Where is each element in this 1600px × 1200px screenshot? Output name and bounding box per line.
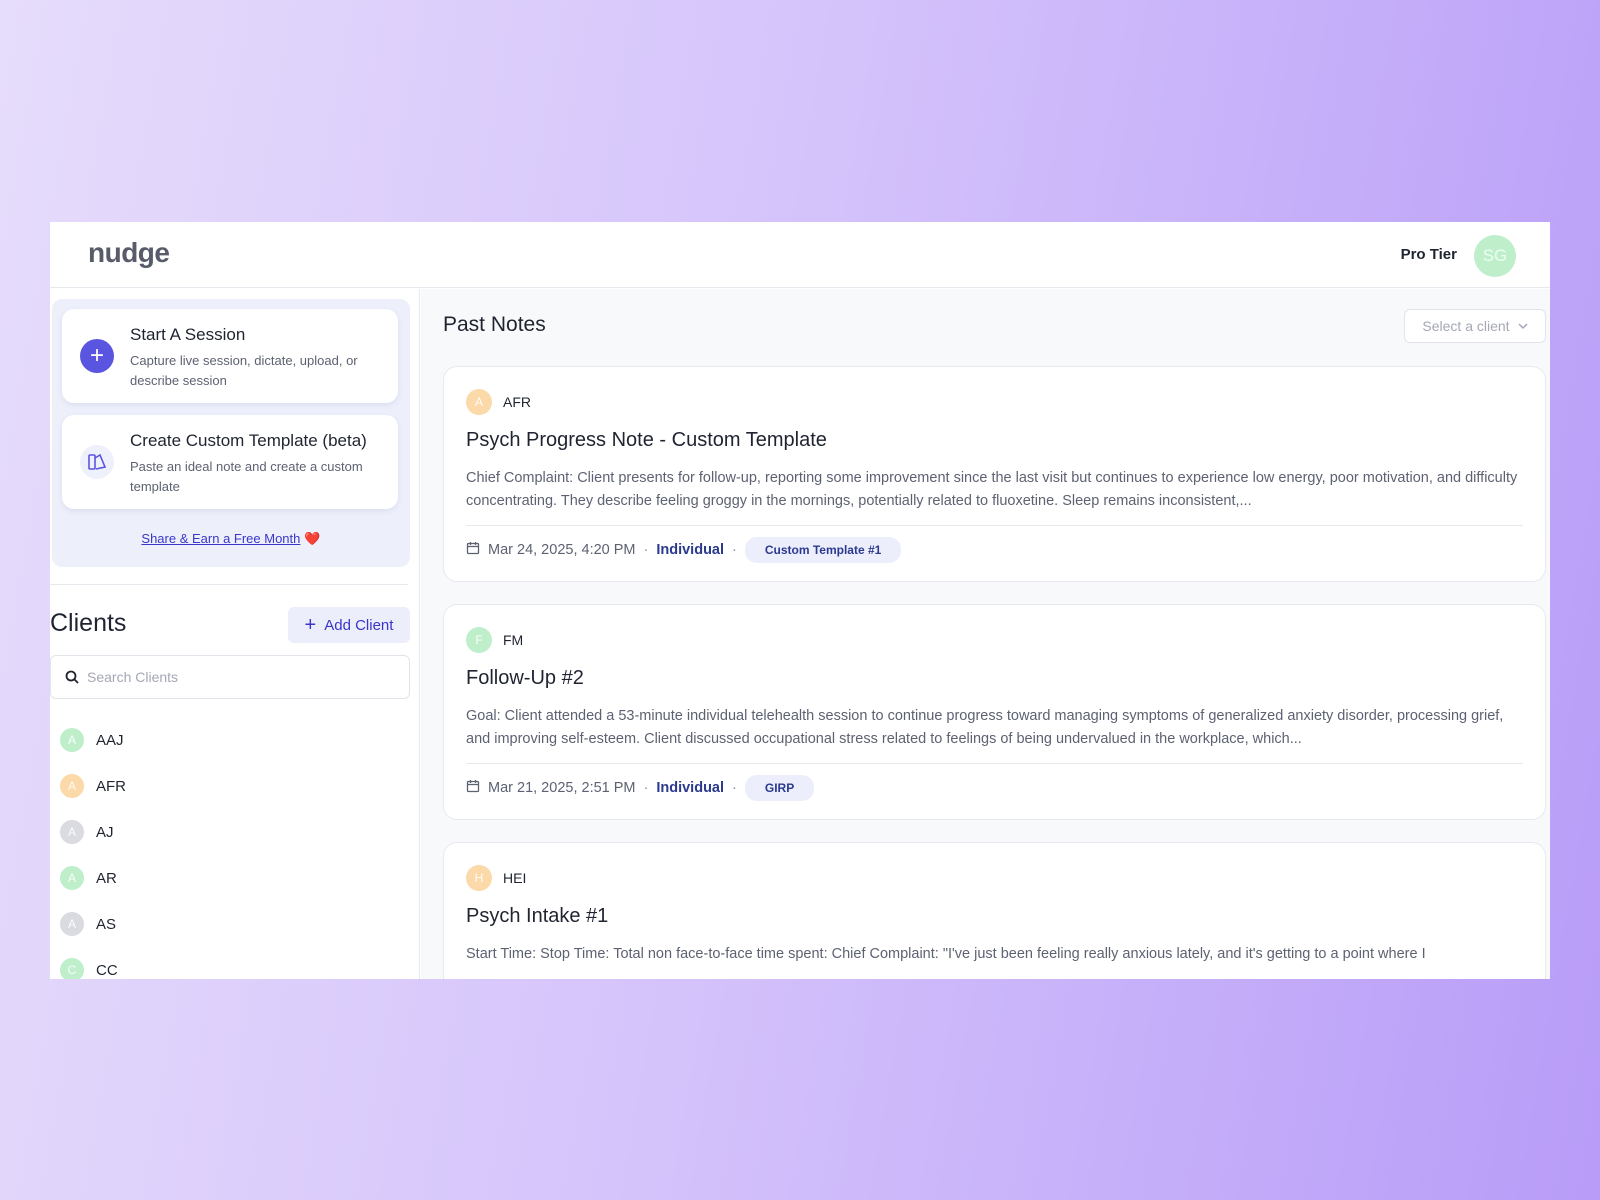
note-meta: Mar 21, 2025, 2:51 PM · Individual · GIRP (466, 775, 815, 801)
note-meta: Mar 24, 2025, 4:20 PM · Individual · Custom … (466, 537, 902, 563)
note-type: Individual (656, 542, 725, 558)
app-window: nudge Pro Tier SG + Start A Session Capt… (50, 222, 1550, 979)
note-client-avatar: H (466, 865, 492, 891)
separator-dot: · (643, 542, 649, 558)
user-avatar[interactable]: SG (1474, 235, 1516, 277)
client-name: AFR (96, 777, 126, 795)
note-client-avatar: F (466, 627, 492, 653)
app-logo[interactable]: nudge (88, 237, 170, 269)
start-session-button[interactable]: + Start A Session Capture live session, … (62, 309, 398, 403)
select-client-dropdown[interactable]: Select a client (1404, 309, 1546, 343)
clients-title: Clients (50, 609, 127, 637)
client-avatar: A (60, 774, 84, 798)
client-name: CC (96, 961, 118, 979)
select-client-placeholder: Select a client (1422, 318, 1510, 334)
template-icon (80, 445, 114, 479)
client-name: AJ (96, 823, 114, 841)
separator-dot: · (732, 542, 737, 558)
client-avatar: A (60, 866, 84, 890)
client-list-item[interactable]: A AJ (60, 809, 400, 855)
note-card[interactable]: H HEI Psych Intake #1 Start Time: Stop Time… (443, 842, 1546, 979)
heart-icon: ❤️ (304, 531, 321, 546)
note-header: A AFR (466, 389, 531, 415)
search-icon (65, 670, 79, 684)
tier-label: Pro Tier (1400, 246, 1457, 263)
note-type: Individual (656, 780, 725, 796)
client-list-item[interactable]: A AR (60, 855, 400, 901)
note-preview: Chief Complaint: Client presents for fol… (466, 470, 1518, 509)
note-title: Follow-Up #2 (466, 667, 584, 689)
page-title: Past Notes (443, 313, 546, 336)
search-clients (50, 655, 410, 699)
add-client-label: Add Client (324, 616, 394, 634)
action-description: Paste an ideal note and create a custom … (130, 459, 363, 494)
client-avatar: A (60, 820, 84, 844)
client-avatar: A (60, 912, 84, 936)
note-card[interactable]: F FM Follow-Up #2 Goal: Client attended a 5… (443, 604, 1546, 820)
search-clients-input[interactable] (87, 669, 377, 685)
note-client-avatar: A (466, 389, 492, 415)
note-preview: Goal: Client attended a 53-minute indivi… (466, 708, 1504, 747)
client-list-item[interactable]: A AFR (60, 763, 400, 809)
action-title: Start A Session (130, 325, 246, 344)
note-title: Psych Progress Note - Custom Template (466, 429, 827, 451)
note-preview: Start Time: Stop Time: Total non face-to… (466, 946, 1426, 962)
note-date: Mar 21, 2025, 2:51 PM (488, 780, 636, 796)
separator-dot: · (643, 780, 649, 796)
separator-dot: · (732, 780, 737, 796)
action-description: Capture live session, dictate, upload, o… (130, 353, 358, 388)
action-title: Create Custom Template (beta) (130, 431, 367, 450)
note-client-name: HEI (503, 870, 527, 886)
divider (466, 525, 1523, 526)
client-list-item[interactable]: A AS (60, 901, 400, 947)
note-card[interactable]: A AFR Psych Progress Note - Custom Templat… (443, 366, 1546, 582)
client-name: AAJ (96, 731, 124, 749)
divider (50, 584, 408, 585)
note-date: Mar 24, 2025, 4:20 PM (488, 542, 636, 558)
note-title: Psych Intake #1 (466, 905, 609, 927)
client-list-item[interactable]: C CC (60, 947, 400, 979)
share-earn: Share & Earn a Free Month ❤️ (52, 531, 410, 547)
main-content: Past Notes Select a client A AFR Psych Pro… (421, 289, 1550, 979)
plus-icon: + (80, 339, 114, 373)
share-earn-link[interactable]: Share & Earn a Free Month (141, 531, 300, 546)
actions-panel: + Start A Session Capture live session, … (52, 299, 410, 567)
plus-icon: + (304, 614, 317, 636)
client-name: AS (96, 915, 117, 933)
top-bar: nudge Pro Tier SG (50, 222, 1550, 288)
template-tag: Custom Template #1 (744, 537, 902, 563)
create-template-button[interactable]: Create Custom Template (beta) Paste an i… (62, 415, 398, 509)
sidebar: + Start A Session Capture live session, … (50, 289, 420, 979)
note-client-name: AFR (503, 394, 531, 410)
template-tag: GIRP (744, 775, 815, 801)
calendar-icon (466, 779, 480, 797)
client-list-item[interactable]: A AAJ (60, 717, 400, 763)
calendar-icon (466, 541, 480, 559)
chevron-down-icon (1518, 318, 1528, 334)
client-avatar: C (60, 958, 84, 979)
client-avatar: A (60, 728, 84, 752)
client-name: AR (96, 869, 117, 887)
add-client-button[interactable]: + Add Client (288, 607, 410, 643)
note-header: F FM (466, 627, 523, 653)
note-client-name: FM (503, 632, 524, 648)
divider (466, 763, 1523, 764)
client-list: A AAJ A AFR A AJ A AR A AS C CC (60, 717, 400, 979)
note-header: H HEI (466, 865, 526, 891)
